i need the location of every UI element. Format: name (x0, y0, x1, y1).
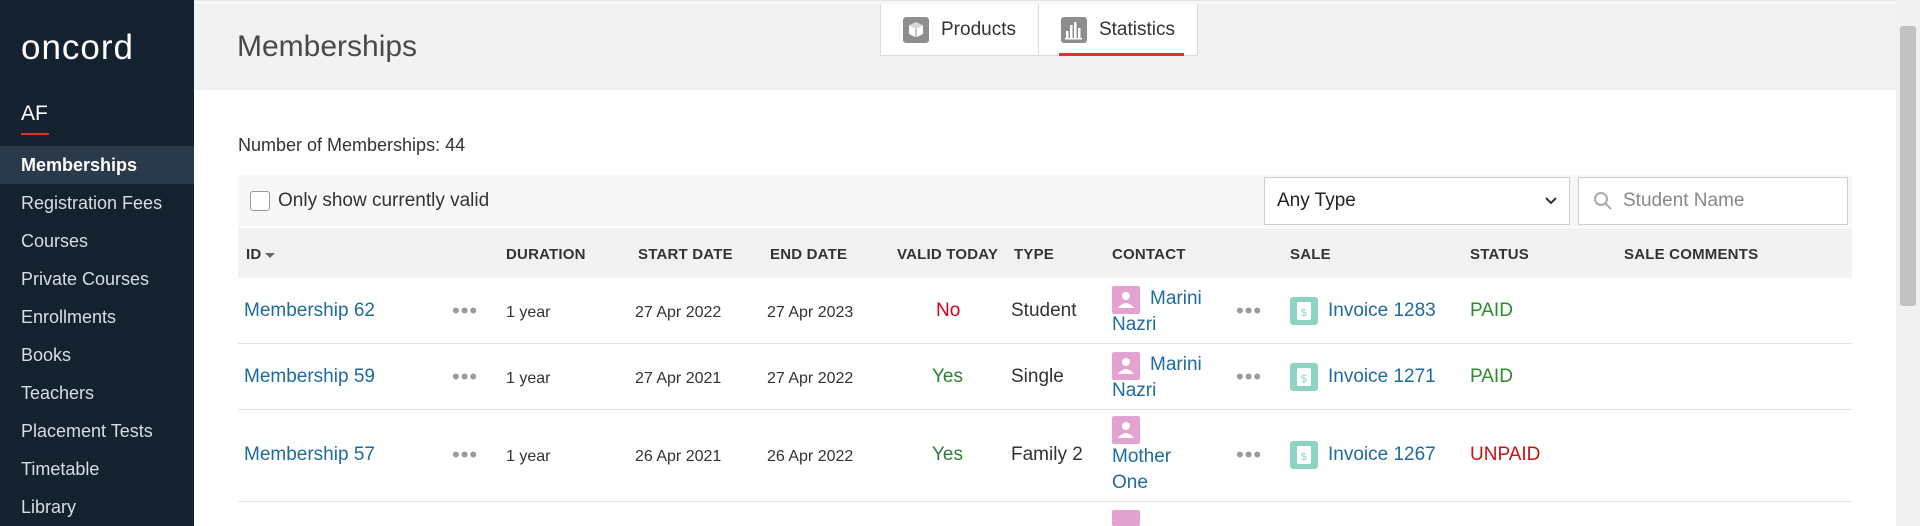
bar-chart-icon (1060, 17, 1087, 43)
page-header: Memberships Products Statistics (194, 4, 1896, 90)
search-icon (1593, 191, 1613, 211)
contact-link[interactable]: Marini Nazri (1112, 286, 1202, 338)
only-valid-checkbox[interactable] (250, 191, 270, 211)
invoice-link[interactable]: Invoice 1271 (1328, 366, 1436, 388)
column-header-type[interactable]: TYPE (1014, 246, 1054, 263)
type-cell: Student (1011, 300, 1077, 321)
svg-text:$: $ (1301, 372, 1308, 385)
valid-today-cell: Yes (932, 366, 963, 387)
svg-text:$: $ (1301, 450, 1308, 463)
column-header-valid-today[interactable]: VALID TODAY (897, 246, 998, 263)
contact-person-icon (1112, 416, 1140, 444)
column-header-sale[interactable]: SALE (1290, 246, 1331, 263)
contact-options-icon[interactable]: ••• (1236, 444, 1262, 466)
duration-cell: 1 year (506, 448, 551, 465)
svg-text:$: $ (1301, 306, 1308, 319)
sidebar: oncord AF Memberships Registration Fees … (0, 0, 194, 526)
page-title: Memberships (237, 30, 418, 63)
sidebar-item-courses[interactable]: Courses (0, 222, 194, 260)
end-date-cell: 27 Apr 2023 (767, 304, 854, 321)
sort-arrow-icon (265, 252, 276, 258)
sidebar-item-books[interactable]: Books (0, 336, 194, 374)
more-options-icon[interactable]: ••• (452, 366, 478, 388)
tab-statistics-label: Statistics (1098, 19, 1176, 40)
scrollbar-thumb[interactable] (1900, 26, 1916, 306)
sidebar-item-registration-fees[interactable]: Registration Fees (0, 184, 194, 222)
contact-options-icon[interactable]: ••• (1236, 300, 1262, 322)
status-badge: PAID (1470, 366, 1513, 387)
tab-statistics[interactable]: Statistics (1037, 4, 1197, 56)
end-date-cell: 27 Apr 2022 (767, 370, 854, 387)
org-underline (21, 133, 49, 135)
oncord-logo[interactable]: oncord (21, 28, 134, 68)
only-valid-label[interactable]: Only show currently valid (278, 190, 489, 212)
filter-bar: Only show currently valid Any Type (238, 175, 1852, 227)
column-header-sale-comments[interactable]: SALE COMMENTS (1624, 246, 1758, 263)
student-search[interactable] (1578, 177, 1848, 225)
contact-options-icon[interactable]: ••• (1236, 366, 1262, 388)
membership-id-link[interactable]: Membership 57 (244, 444, 375, 466)
sidebar-item-enrollments[interactable]: Enrollments (0, 298, 194, 336)
org-name[interactable]: AF (21, 102, 48, 126)
status-badge: PAID (1470, 300, 1513, 321)
vertical-scrollbar[interactable] (1896, 0, 1920, 526)
tab-products[interactable]: Products (881, 4, 1038, 56)
status-badge: UNPAID (1470, 444, 1541, 465)
type-select[interactable]: Any Type (1264, 177, 1570, 225)
duration-cell: 1 year (506, 370, 551, 387)
contact-person-icon (1112, 510, 1140, 526)
invoice-dollar-icon: $ (1290, 363, 1318, 391)
column-header-contact[interactable]: CONTACT (1112, 246, 1186, 263)
sidebar-nav: Memberships Registration Fees Courses Pr… (0, 146, 194, 526)
type-cell: Single (1011, 366, 1064, 387)
invoice-link[interactable]: Invoice 1267 (1328, 444, 1436, 466)
contact-link[interactable]: Mother One (1112, 444, 1171, 496)
sidebar-item-teachers[interactable]: Teachers (0, 374, 194, 412)
sidebar-item-private-courses[interactable]: Private Courses (0, 260, 194, 298)
student-search-input[interactable] (1623, 178, 1843, 224)
membership-id-link[interactable]: Membership 62 (244, 300, 375, 322)
box-icon (903, 17, 929, 43)
app-window: oncord AF Memberships Registration Fees … (0, 0, 1920, 526)
invoice-dollar-icon: $ (1290, 297, 1318, 325)
type-select-value: Any Type (1277, 190, 1356, 211)
more-options-icon[interactable]: ••• (452, 444, 478, 466)
membership-count: Number of Memberships: 44 (238, 135, 466, 155)
invoice-link[interactable]: Invoice 1283 (1328, 300, 1436, 322)
end-date-cell: 26 Apr 2022 (767, 448, 854, 465)
table-header: ID DURATION START DATE END DATE VALID TO… (238, 228, 1852, 278)
valid-today-cell: No (936, 300, 961, 321)
column-header-id[interactable]: ID (246, 246, 276, 263)
tab-products-label: Products (941, 19, 1016, 40)
contact-link[interactable]: Marini Nazri (1112, 352, 1202, 404)
valid-today-cell: Yes (932, 444, 963, 465)
invoice-dollar-icon: $ (1290, 441, 1318, 469)
more-options-icon[interactable]: ••• (452, 300, 478, 322)
column-header-end-date[interactable]: END DATE (770, 246, 847, 263)
column-header-duration[interactable]: DURATION (506, 246, 586, 263)
column-header-status[interactable]: STATUS (1470, 246, 1529, 263)
start-date-cell: 26 Apr 2021 (635, 448, 722, 465)
column-header-start-date[interactable]: START DATE (638, 246, 733, 263)
table-row: Membership 57 ••• 1 year 26 Apr 2021 26 … (238, 410, 1852, 502)
start-date-cell: 27 Apr 2022 (635, 304, 722, 321)
duration-cell: 1 year (506, 304, 551, 321)
sidebar-item-timetable[interactable]: Timetable (0, 450, 194, 488)
type-cell: Family 2 (1011, 444, 1083, 465)
sidebar-item-placement-tests[interactable]: Placement Tests (0, 412, 194, 450)
header-tabs: Products Statistics (880, 4, 1199, 56)
table-row: Membership 62 ••• 1 year 27 Apr 2022 27 … (238, 278, 1852, 344)
start-date-cell: 27 Apr 2021 (635, 370, 722, 387)
table-row: Membership 59 ••• 1 year 27 Apr 2021 27 … (238, 344, 1852, 410)
sidebar-item-memberships[interactable]: Memberships (0, 146, 194, 184)
sidebar-item-library[interactable]: Library (0, 488, 194, 526)
membership-id-link[interactable]: Membership 59 (244, 366, 375, 388)
